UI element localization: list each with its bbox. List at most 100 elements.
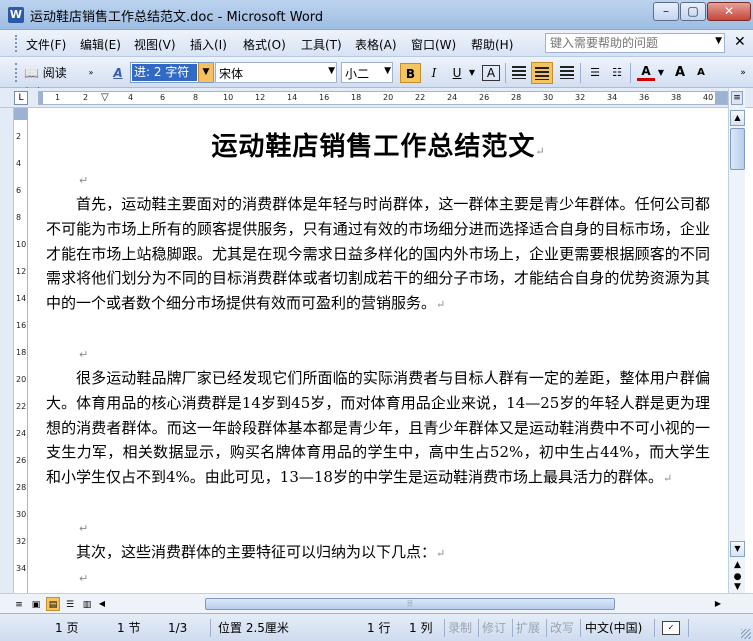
toolbar-options-chevron[interactable]: » bbox=[88, 63, 94, 83]
toolbar-separator bbox=[580, 63, 581, 83]
align-left-icon[interactable] bbox=[512, 66, 526, 79]
reading-view-icon[interactable]: ▥ bbox=[80, 597, 94, 611]
vertical-ruler-tick: 10 bbox=[16, 240, 27, 249]
status-page[interactable]: 1 页 bbox=[55, 619, 78, 637]
underline-chevron-icon[interactable]: ▼ bbox=[468, 63, 476, 83]
empty-paragraph-mark[interactable]: ↵ bbox=[79, 522, 88, 535]
first-line-indent-marker[interactable]: ▽ bbox=[101, 92, 109, 104]
status-section[interactable]: 1 节 bbox=[117, 619, 140, 637]
chevron-down-icon[interactable]: ▼ bbox=[198, 63, 213, 82]
left-margin-strip bbox=[0, 108, 14, 593]
ruler-tick: 16 bbox=[319, 93, 330, 102]
font-color-button[interactable]: A bbox=[637, 63, 655, 81]
grow-font-button[interactable]: A bbox=[672, 63, 688, 83]
style-dropdown[interactable]: 进: 2 字符 ▼ bbox=[130, 62, 214, 83]
vertical-scroll-thumb[interactable] bbox=[730, 128, 745, 170]
status-divider bbox=[654, 619, 655, 637]
menu-edit[interactable]: 编辑(E) bbox=[80, 36, 121, 53]
vertical-ruler-tick: 24 bbox=[16, 429, 27, 438]
menu-file[interactable]: 文件(F) bbox=[26, 36, 66, 53]
numbered-list-icon[interactable]: ☰ bbox=[587, 63, 603, 83]
document-page[interactable]: 运动鞋店销售工作总结范文↵ ↵ 首先，运动鞋主要面对的消费群体是年轻与时尚群体，… bbox=[29, 108, 728, 593]
scroll-up-arrow-icon[interactable]: ▲ bbox=[730, 110, 745, 126]
styles-pane-icon[interactable]: A bbox=[110, 63, 126, 83]
help-search-box[interactable]: ▼ bbox=[545, 33, 725, 53]
print-layout-view-icon[interactable]: ▤ bbox=[46, 597, 60, 611]
bullet-list-icon[interactable]: ☷ bbox=[609, 63, 625, 83]
chevron-down-icon[interactable]: ▼ bbox=[715, 36, 722, 46]
status-line[interactable]: 1 行 bbox=[367, 619, 390, 637]
ruler-tick: 24 bbox=[447, 93, 458, 102]
next-page-icon[interactable]: ▼ bbox=[730, 580, 745, 594]
underline-button[interactable]: U bbox=[447, 63, 467, 83]
paragraph-3[interactable]: 其次，这些消费群体的主要特征可以归纳为以下几点：↵ bbox=[46, 540, 710, 567]
ruler-tick: 30 bbox=[543, 93, 554, 102]
paragraph-2[interactable]: 很多运动鞋品牌厂家已经发现它们所面临的实际消费者与目标人群有一定的差距，整体用户… bbox=[46, 366, 710, 492]
character-border-button[interactable]: A bbox=[482, 65, 500, 81]
help-search-input[interactable] bbox=[546, 34, 706, 52]
font-dropdown[interactable]: 宋体 ▼ bbox=[215, 62, 337, 83]
close-button[interactable]: ✕ bbox=[707, 2, 751, 21]
toolbar-overflow-chevron[interactable]: » bbox=[738, 63, 748, 83]
italic-button[interactable]: I bbox=[424, 63, 444, 83]
empty-paragraph-mark[interactable]: ↵ bbox=[79, 348, 88, 361]
menu-table[interactable]: 表格(A) bbox=[355, 36, 397, 53]
menu-grip[interactable] bbox=[15, 35, 18, 52]
status-position[interactable]: 位置 2.5厘米 bbox=[218, 619, 289, 637]
vertical-scrollbar[interactable]: ≡ ▲ ▼ ▲ ● ▼ bbox=[728, 88, 745, 593]
chevron-down-icon[interactable]: ▼ bbox=[328, 66, 335, 76]
maximize-button[interactable]: ▢ bbox=[680, 2, 706, 21]
empty-paragraph-mark[interactable]: ↵ bbox=[79, 572, 88, 585]
empty-paragraph-mark[interactable]: ↵ bbox=[79, 174, 88, 187]
split-box[interactable]: ≡ bbox=[731, 91, 743, 105]
tab-selector[interactable]: L bbox=[14, 91, 28, 105]
status-column[interactable]: 1 列 bbox=[409, 619, 432, 637]
shrink-font-button[interactable]: A bbox=[694, 63, 708, 83]
outline-view-icon[interactable]: ☰ bbox=[63, 597, 77, 611]
paragraph-1[interactable]: 首先，运动鞋主要面对的消费群体是年轻与时尚群体，这一群体主要是青少年群体。任何公… bbox=[46, 192, 710, 318]
minimize-button[interactable]: – bbox=[653, 2, 679, 21]
bold-button[interactable]: B bbox=[400, 63, 421, 83]
status-language[interactable]: 中文(中国) bbox=[585, 619, 642, 637]
scroll-left-arrow-icon[interactable]: ◀ bbox=[95, 597, 109, 611]
scroll-down-arrow-icon[interactable]: ▼ bbox=[730, 541, 745, 557]
menu-format[interactable]: 格式(O) bbox=[243, 36, 286, 53]
read-mode-button[interactable]: 📖 阅读(R) bbox=[22, 63, 82, 100]
menu-view[interactable]: 视图(V) bbox=[134, 36, 176, 53]
menu-window[interactable]: 窗口(W) bbox=[411, 36, 456, 53]
font-size-dropdown[interactable]: 小二 ▼ bbox=[341, 62, 393, 83]
paragraph-mark: ↵ bbox=[662, 472, 673, 486]
status-page-of[interactable]: 1/3 bbox=[168, 619, 187, 637]
vertical-ruler-tick: 30 bbox=[16, 510, 27, 519]
close-document-icon[interactable]: ✕ bbox=[734, 34, 746, 50]
ruler-tick: 4 bbox=[128, 93, 134, 102]
horizontal-scroll-thumb[interactable]: ⦙⦙⦙ bbox=[205, 598, 615, 610]
align-center-button[interactable] bbox=[531, 62, 553, 84]
vertical-ruler-tick: 2 bbox=[16, 132, 22, 141]
web-view-icon[interactable]: ▣ bbox=[29, 597, 43, 611]
toolbar-grip[interactable] bbox=[15, 63, 18, 82]
status-extend[interactable]: 扩展 bbox=[516, 619, 540, 637]
word-app-icon[interactable]: W bbox=[8, 7, 24, 23]
font-color-chevron-icon[interactable]: ▼ bbox=[657, 63, 665, 83]
status-record[interactable]: 录制 bbox=[448, 619, 472, 637]
paragraph-mark: ↵ bbox=[535, 145, 546, 158]
vertical-ruler[interactable]: 2 4 6 8 10 12 14 16 18 20 22 24 26 28 30… bbox=[14, 108, 28, 593]
horizontal-ruler[interactable]: 1 2 ▽ 4 6 8 10 12 14 16 18 20 22 24 26 2… bbox=[38, 91, 728, 105]
menu-tools[interactable]: 工具(T) bbox=[301, 36, 342, 53]
status-overtype[interactable]: 改写 bbox=[550, 619, 574, 637]
vertical-ruler-tick: 6 bbox=[16, 186, 22, 195]
normal-view-icon[interactable]: ≡ bbox=[12, 597, 26, 611]
resize-grip-icon[interactable] bbox=[741, 629, 751, 639]
scroll-right-arrow-icon[interactable]: ▶ bbox=[711, 597, 725, 611]
status-divider bbox=[210, 619, 211, 637]
menu-insert[interactable]: 插入(I) bbox=[190, 36, 227, 53]
horizontal-scrollbar[interactable]: ◀ ⦙⦙⦙ ▶ bbox=[95, 597, 725, 611]
menu-help[interactable]: 帮助(H) bbox=[471, 36, 513, 53]
spelling-grammar-status-icon[interactable]: ✓ bbox=[662, 621, 680, 635]
document-title[interactable]: 运动鞋店销售工作总结范文↵ bbox=[29, 126, 728, 163]
chevron-down-icon[interactable]: ▼ bbox=[384, 66, 391, 76]
align-right-icon[interactable] bbox=[560, 66, 574, 79]
paragraph-mark: ↵ bbox=[436, 298, 446, 312]
status-track-changes[interactable]: 修订 bbox=[482, 619, 506, 637]
